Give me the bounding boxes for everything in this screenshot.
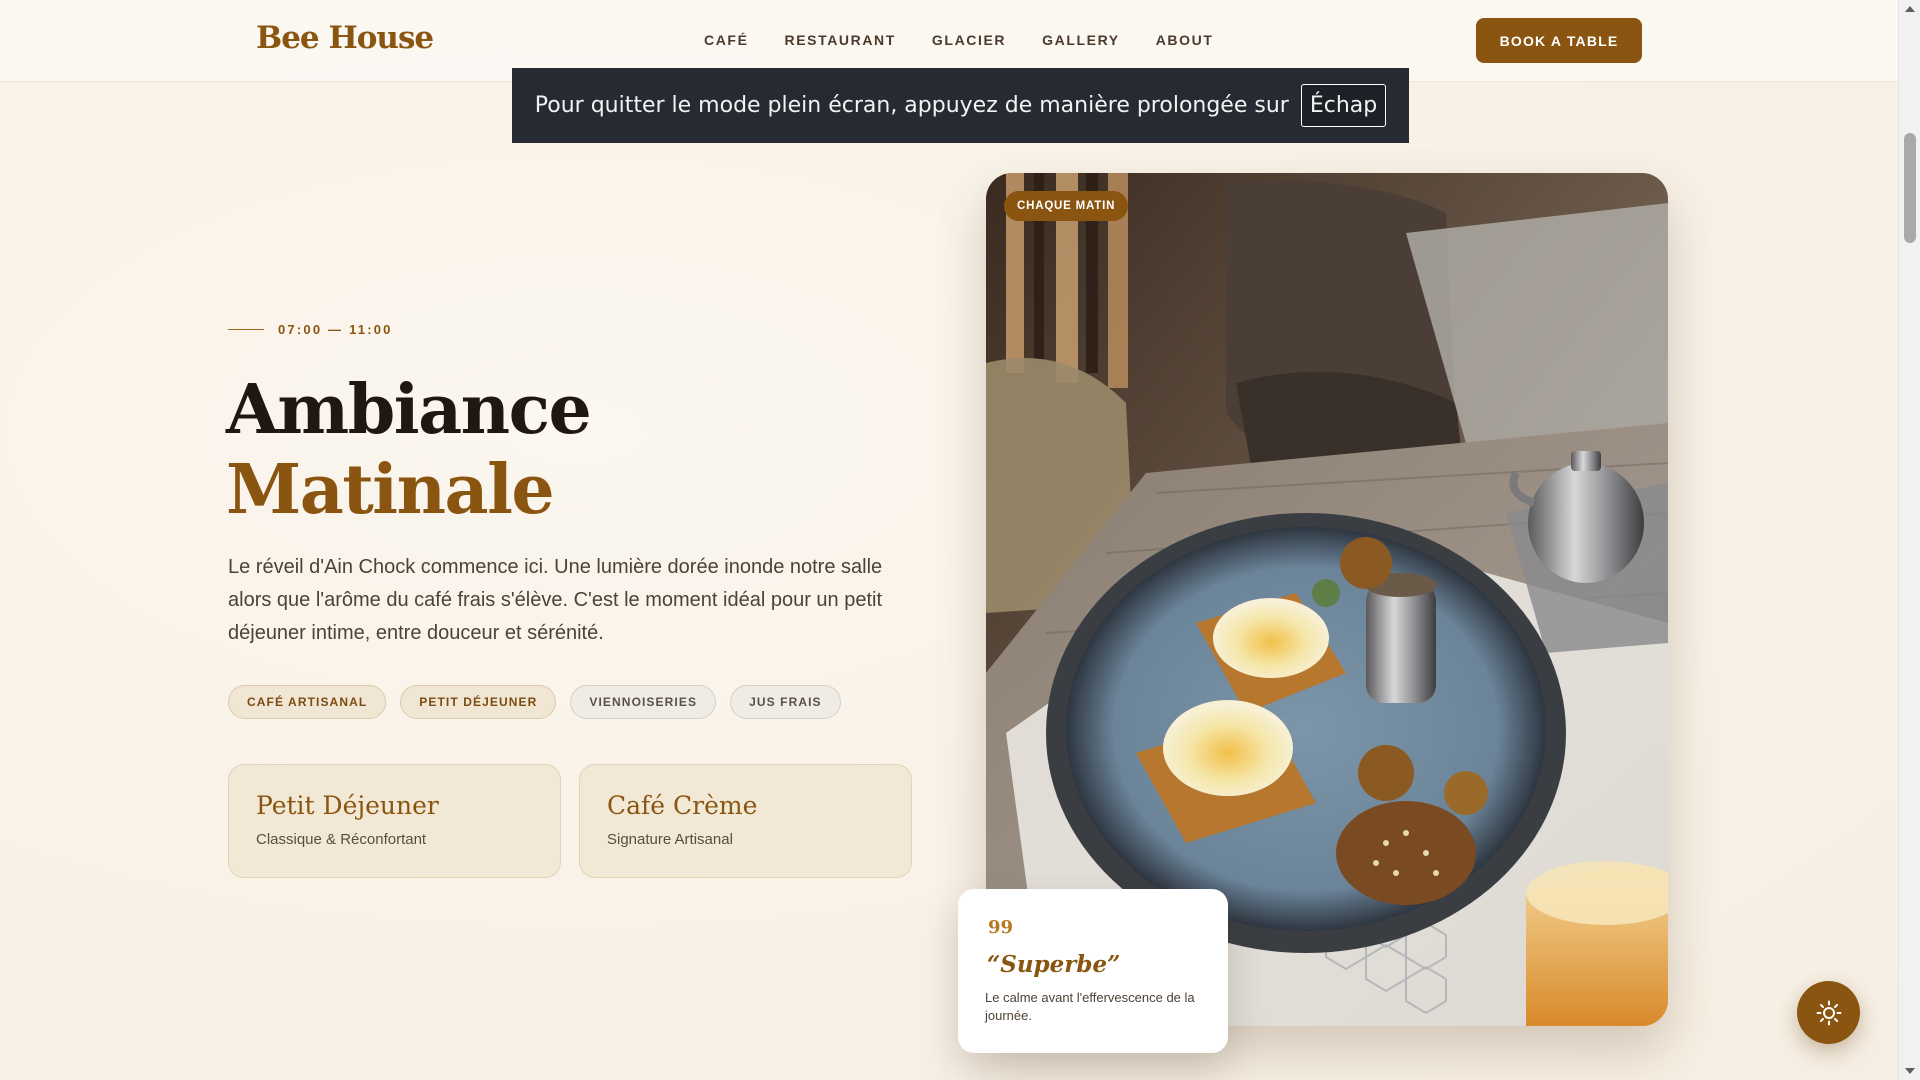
photo-badge: CHAQUE MATIN	[1004, 191, 1129, 221]
logo[interactable]: Bee House	[256, 20, 434, 56]
quote-mark-icon: 99	[988, 917, 1014, 938]
hours-eyebrow: 07:00 — 11:00	[228, 322, 393, 337]
tag-jus-frais: JUS FRAIS	[730, 685, 841, 719]
nav-link-gallery[interactable]: GALLERY	[1042, 32, 1120, 48]
page-title: Ambiance Matinale	[226, 370, 592, 530]
feature-card-title: Café Crème	[607, 791, 758, 820]
testimonial-text: Le calme avant l'effervescence de la jou…	[985, 990, 1195, 1023]
feature-card-petit-dejeuner: Petit Déjeuner Classique & Réconfortant	[228, 764, 561, 878]
nav-link-restaurant[interactable]: RESTAURANT	[785, 32, 896, 48]
feature-card-subtitle: Classique & Réconfortant	[256, 831, 427, 848]
scroll-down-arrow-icon[interactable]	[1905, 1068, 1915, 1074]
nav-link-cafe[interactable]: CAFÉ	[704, 32, 749, 48]
testimonial-card: 99 “Superbe” Le calme avant l'effervesce…	[958, 889, 1228, 1053]
page-scrollbar[interactable]	[1898, 0, 1920, 1080]
testimonial-title: “Superbe”	[987, 951, 1121, 978]
title-line-2: Matinale	[226, 450, 555, 530]
tag-petit-dejeuner: PETIT DÉJEUNER	[400, 685, 557, 719]
feature-card-title: Petit Déjeuner	[256, 791, 439, 820]
escape-key-hint: Échap	[1300, 84, 1387, 127]
scrollbar-thumb[interactable]	[1904, 133, 1916, 243]
nav-link-glacier[interactable]: GLACIER	[932, 32, 1006, 48]
hero-description: Le réveil d'Ain Chock commence ici. Une …	[228, 556, 883, 644]
title-line-1: Ambiance	[226, 370, 592, 450]
tag-list: CAFÉ ARTISANAL PETIT DÉJEUNER VIENNOISER…	[228, 685, 841, 719]
main-nav: CAFÉ RESTAURANT GLACIER GALLERY ABOUT	[704, 32, 1213, 48]
feature-card-cafe-creme: Café Crème Signature Artisanal	[579, 764, 912, 878]
scroll-up-arrow-icon[interactable]	[1905, 6, 1915, 12]
tag-cafe-artisanal: CAFÉ ARTISANAL	[228, 685, 387, 719]
sun-icon	[1816, 1000, 1841, 1025]
nav-link-about[interactable]: ABOUT	[1156, 32, 1214, 48]
hours-label: 07:00 — 11:00	[278, 322, 393, 337]
eyebrow-divider	[228, 328, 264, 331]
fullscreen-exit-toast: Pour quitter le mode plein écran, appuye…	[512, 68, 1409, 143]
theme-toggle-button[interactable]	[1797, 981, 1860, 1044]
toast-message: Pour quitter le mode plein écran, appuye…	[534, 93, 1289, 118]
book-a-table-button[interactable]: BOOK A TABLE	[1476, 18, 1642, 63]
feature-card-subtitle: Signature Artisanal	[607, 831, 733, 848]
tag-viennoiseries: VIENNOISERIES	[570, 685, 717, 719]
